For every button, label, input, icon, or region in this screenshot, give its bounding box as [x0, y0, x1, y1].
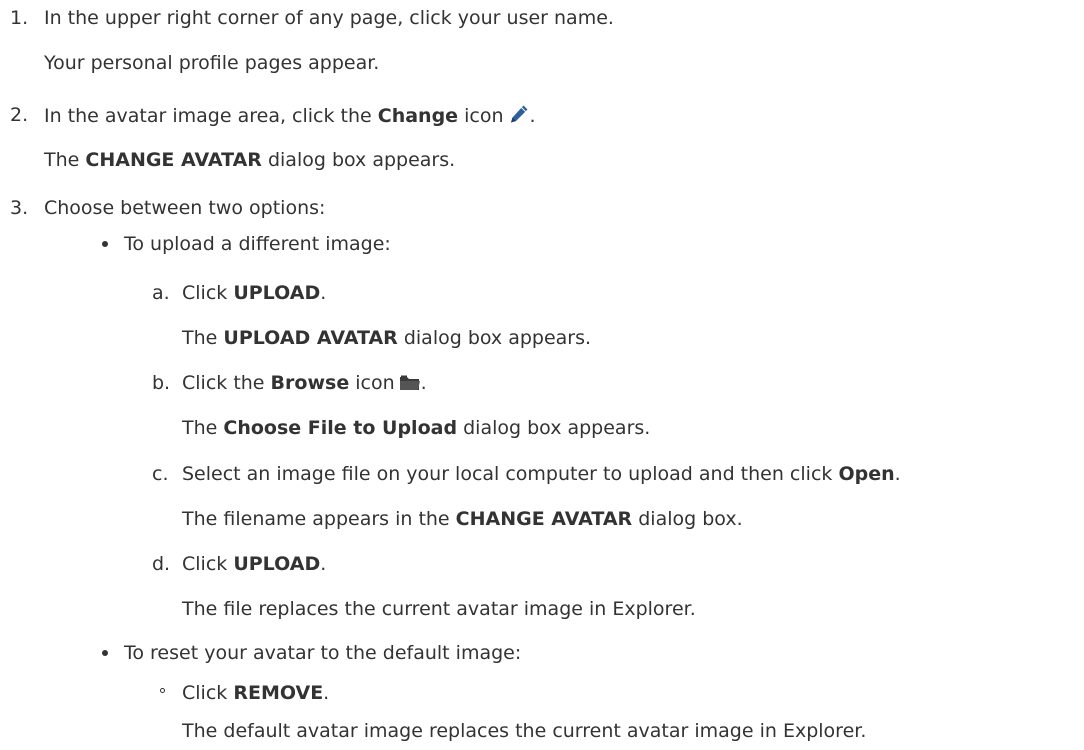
option-2-bullet — [102, 650, 108, 656]
substep-a-marker: a. — [152, 282, 170, 304]
substep-d-post: . — [320, 553, 327, 575]
remove-result: The default avatar image replaces the cu… — [182, 720, 867, 742]
substep-c-instruction: Select an image file on your local compu… — [182, 462, 901, 486]
substep-b-marker: b. — [152, 372, 171, 394]
folder-icon — [399, 374, 421, 398]
substep-a-instruction: Click UPLOAD. — [182, 281, 326, 305]
substep-b-end: . — [420, 372, 427, 394]
remove-instruction: Click REMOVE. — [182, 681, 329, 705]
substep-a-result-bold: UPLOAD AVATAR — [223, 327, 398, 349]
pencil-icon — [508, 103, 530, 131]
step-2-text-end: . — [529, 105, 536, 127]
remove-pre: Click — [182, 682, 234, 704]
substep-d-pre: Click — [182, 553, 234, 575]
substep-b-pre: Click the — [182, 372, 271, 394]
step-1-result: Your personal profile pages appear. — [44, 52, 380, 74]
step-2-result: The CHANGE AVATAR dialog box appears. — [44, 148, 455, 172]
substep-c-post: . — [894, 463, 901, 485]
substep-c-open-label: Open — [838, 463, 895, 485]
option-1-text: To upload a different image: — [124, 233, 391, 255]
substep-c-result-post: dialog box. — [632, 508, 743, 530]
substep-b-result-bold: Choose File to Upload — [223, 417, 458, 439]
step-3-number: 3. — [10, 197, 29, 219]
step-2-result-bold: CHANGE AVATAR — [85, 149, 262, 171]
substep-c-result-pre: The filename appears in the — [182, 508, 456, 530]
substep-b-result-post: dialog box appears. — [457, 417, 651, 439]
substep-c-marker: c. — [152, 463, 169, 485]
remove-substep-bullet — [160, 688, 165, 693]
step-2-text-pre: In the avatar image area, click the — [44, 105, 378, 127]
substep-a-result-post: dialog box appears. — [397, 327, 592, 349]
substep-c-result-bold: CHANGE AVATAR — [455, 508, 633, 530]
option-2-text: To reset your avatar to the default imag… — [124, 642, 522, 664]
step-3-instruction: Choose between two options: — [44, 197, 326, 219]
substep-b-result: The Choose File to Upload dialog box app… — [182, 416, 650, 440]
substep-c-result: The filename appears in the CHANGE AVATA… — [182, 507, 743, 531]
step-2-result-post: dialog box appears. — [261, 149, 456, 171]
option-1-bullet — [102, 241, 108, 247]
step-2-result-pre: The — [44, 149, 86, 171]
substep-b-post: icon — [349, 372, 395, 394]
substep-b-browse-label: Browse — [270, 372, 350, 394]
substep-d-marker: d. — [152, 553, 171, 575]
substep-b-instruction: Click the Browse icon . — [182, 371, 427, 395]
substep-a-post: . — [320, 282, 327, 304]
remove-post: . — [323, 682, 330, 704]
substep-a-result: The UPLOAD AVATAR dialog box appears. — [182, 326, 591, 350]
step-1-instruction: In the upper right corner of any page, c… — [44, 7, 614, 29]
substep-a-result-pre: The — [182, 327, 224, 349]
step-2-text-post: icon — [458, 105, 504, 127]
substep-d-result: The file replaces the current avatar ima… — [182, 598, 696, 620]
substep-d-instruction: Click UPLOAD. — [182, 552, 326, 576]
substep-a-pre: Click — [182, 282, 234, 304]
substep-d-upload-label: UPLOAD — [233, 553, 321, 575]
remove-label: REMOVE — [233, 682, 324, 704]
step-2-number: 2. — [10, 104, 29, 126]
step-1-number: 1. — [10, 7, 29, 29]
step-2-change-label: Change — [377, 105, 459, 127]
substep-a-upload-label: UPLOAD — [233, 282, 321, 304]
substep-c-pre: Select an image file on your local compu… — [182, 463, 839, 485]
substep-b-result-pre: The — [182, 417, 224, 439]
step-2-instruction: In the avatar image area, click the Chan… — [44, 103, 536, 127]
